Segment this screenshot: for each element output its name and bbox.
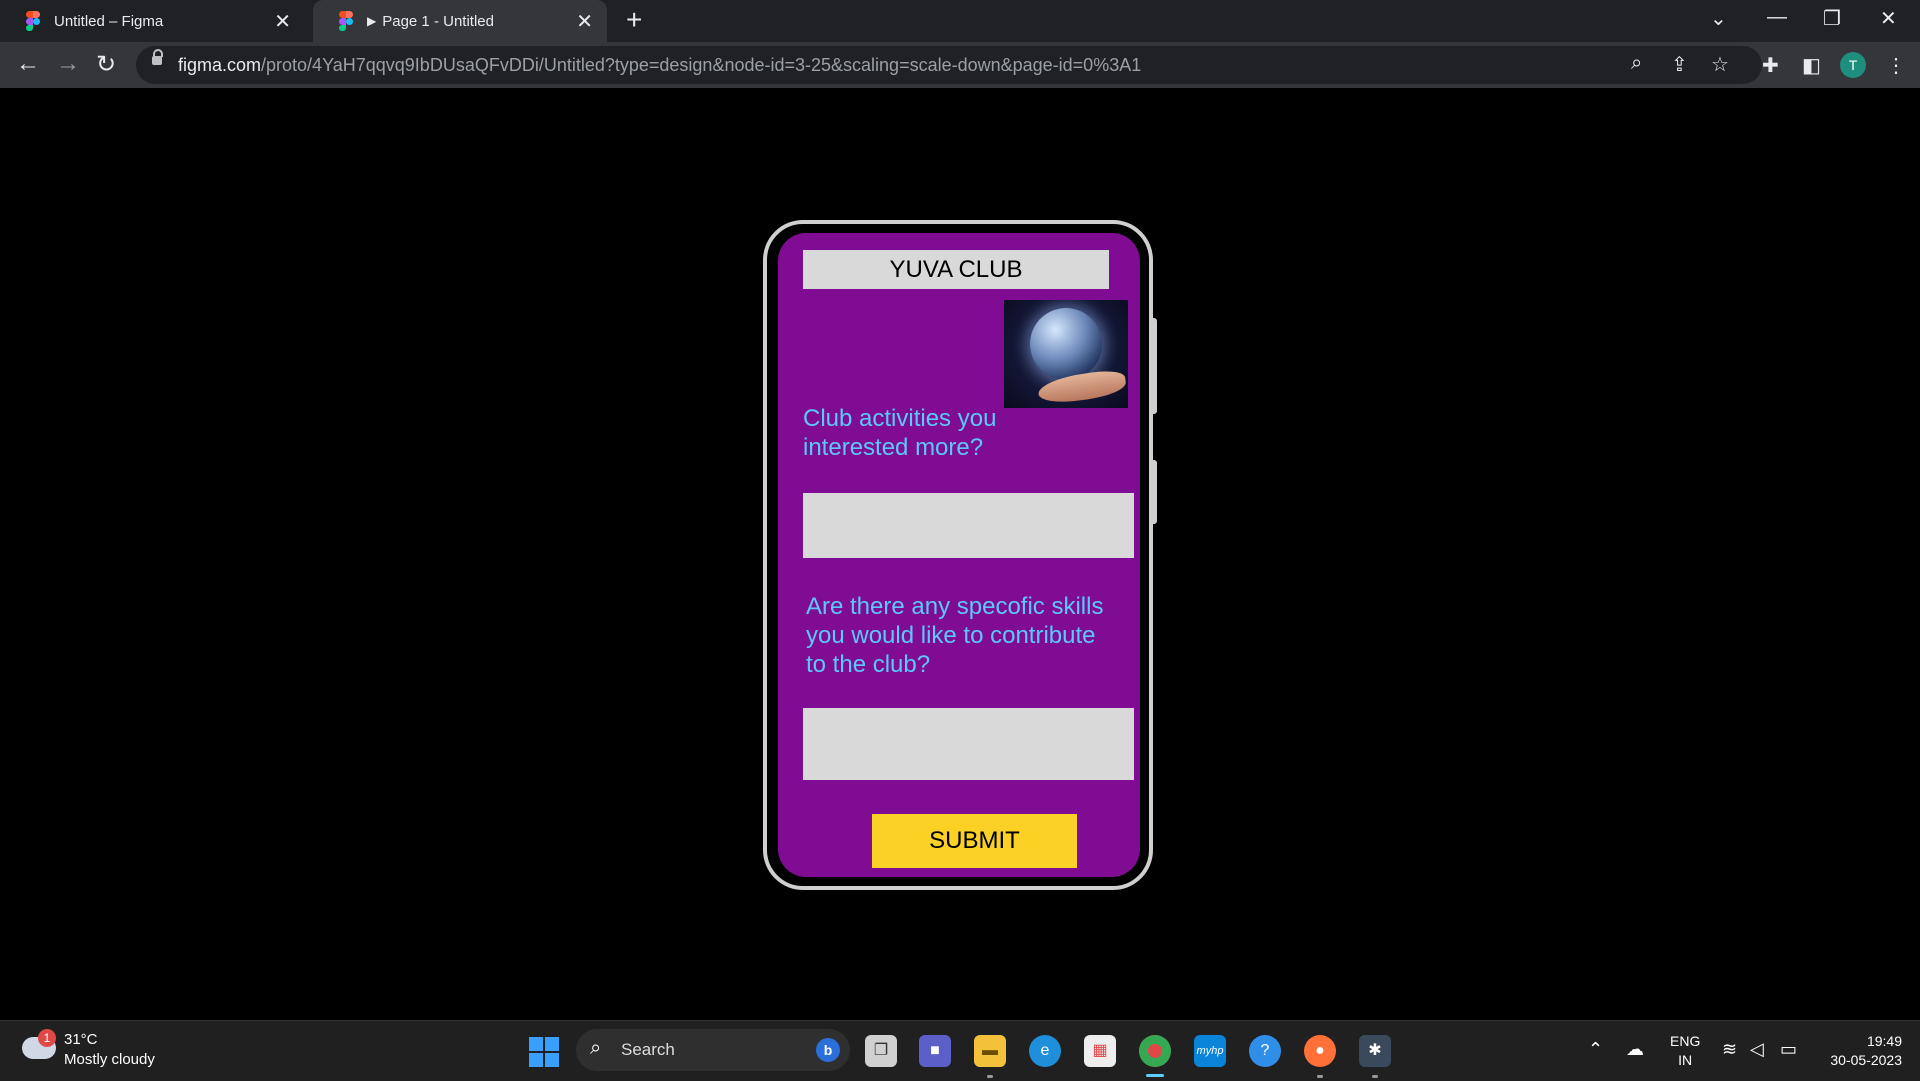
chrome-icon[interactable] [1139, 1035, 1171, 1067]
wifi-icon[interactable]: ≋ [1722, 1039, 1737, 1060]
forward-icon[interactable]: → [56, 50, 80, 78]
app-open-indicator [987, 1075, 993, 1078]
region-code: IN [1678, 1052, 1693, 1068]
battery-icon[interactable]: ▭ [1780, 1039, 1797, 1060]
browser-tab-strip: Untitled – Figma ✕ ▶ Page 1 - Untitled ✕… [0, 0, 1920, 42]
taskbar: 1 31°C Mostly cloudy ⌕ Search b ❐ ■ ▬ e … [0, 1020, 1920, 1081]
earth-in-hand-image [1004, 300, 1128, 408]
earth-globe [1030, 308, 1102, 380]
tab-label: Untitled – Figma [54, 12, 164, 30]
notification-badge: 1 [38, 1029, 56, 1047]
close-icon[interactable]: ✕ [576, 9, 593, 34]
tab-label: Page 1 - Untitled [382, 12, 494, 30]
teams-chat-icon[interactable]: ■ [919, 1035, 951, 1067]
tab-search-chevron-icon[interactable]: ⌄ [1710, 6, 1727, 31]
weather-condition: Mostly cloudy [64, 1051, 155, 1068]
play-icon: ▶ [367, 14, 377, 28]
language-code: ENG [1670, 1033, 1701, 1049]
bookmark-star-icon[interactable]: ☆ [1711, 52, 1729, 77]
address-bar[interactable]: figma.com/proto/4YaH7qqvq9IbDUsaQFvDDi/U… [136, 46, 1762, 84]
zoom-icon[interactable]: ⌕ [1631, 52, 1642, 75]
temperature: 31°C [64, 1031, 98, 1048]
club-title: YUVA CLUB [803, 250, 1109, 289]
new-tab-icon[interactable]: + [626, 4, 642, 36]
reload-icon[interactable]: ↻ [96, 50, 116, 79]
url-host: figma.com [178, 55, 262, 75]
back-icon[interactable]: ← [16, 50, 40, 78]
task-view-icon[interactable]: ❐ [865, 1035, 897, 1067]
search-label: Search [621, 1040, 675, 1059]
url-text[interactable]: figma.com/proto/4YaH7qqvq9IbDUsaQFvDDi/U… [178, 55, 1141, 76]
get-help-icon[interactable]: ? [1249, 1035, 1281, 1067]
firefox-icon[interactable]: ● [1304, 1035, 1336, 1067]
question-club-activities: Club activities you interested more? [803, 405, 997, 461]
minimize-icon[interactable]: — [1767, 6, 1787, 29]
extensions-icon[interactable]: ✚ [1762, 53, 1779, 78]
language-indicator[interactable]: ENG IN [1670, 1032, 1700, 1070]
window-close-icon[interactable]: ✕ [1880, 6, 1897, 31]
app-open-indicator [1372, 1075, 1378, 1078]
share-icon[interactable]: ⇪ [1671, 52, 1688, 77]
side-panel-icon[interactable]: ◧ [1802, 53, 1821, 78]
tab-page-1-untitled[interactable]: ▶ Page 1 - Untitled ✕ [313, 0, 607, 42]
figma-icon [26, 11, 40, 31]
close-icon[interactable]: ✕ [274, 9, 291, 34]
myhp-icon[interactable]: myhp [1194, 1035, 1226, 1067]
phone-side-button [1152, 318, 1157, 414]
volume-icon[interactable]: ◁ [1750, 1039, 1764, 1060]
show-hidden-icons-chevron-icon[interactable]: ⌃ [1588, 1039, 1603, 1060]
taskbar-search[interactable]: ⌕ Search b [576, 1029, 850, 1071]
question-specific-skills: Are there any specofic skills you would … [806, 593, 1104, 678]
clock-date: 30-05-2023 [1830, 1052, 1902, 1068]
submit-button[interactable]: SUBMIT [872, 814, 1077, 868]
system-clock[interactable]: 19:49 30-05-2023 [1830, 1032, 1902, 1070]
bing-icon[interactable]: b [816, 1038, 840, 1062]
search-icon: ⌕ [590, 1037, 602, 1059]
edge-icon[interactable]: e [1029, 1035, 1061, 1067]
start-button[interactable] [529, 1037, 559, 1067]
restore-icon[interactable]: ❐ [1823, 6, 1841, 31]
phone-side-button [1152, 460, 1157, 524]
microsoft-store-icon[interactable]: ▦ [1084, 1035, 1116, 1067]
app-icon[interactable]: ✱ [1359, 1035, 1391, 1067]
profile-avatar[interactable]: T [1840, 52, 1866, 78]
onedrive-cloud-icon[interactable]: ☁ [1626, 1039, 1644, 1060]
lock-icon [152, 49, 163, 65]
activities-answer-field[interactable] [803, 493, 1134, 558]
skills-answer-field[interactable] [803, 708, 1134, 780]
clock-time: 19:49 [1866, 1033, 1902, 1049]
app-open-indicator [1317, 1075, 1323, 1078]
url-path: /proto/4YaH7qqvq9IbDUsaQFvDDi/Untitled?t… [261, 55, 1142, 75]
tab-untitled-figma[interactable]: Untitled – Figma ✕ [0, 0, 305, 42]
prototype-screen: YUVA CLUB Club activities you interested… [778, 233, 1140, 877]
app-active-indicator [1146, 1074, 1164, 1077]
file-explorer-icon[interactable]: ▬ [974, 1035, 1006, 1067]
browser-toolbar: ← → ↻ figma.com/proto/4YaH7qqvq9IbDUsaQF… [0, 42, 1920, 88]
menu-kebab-icon[interactable]: ⋮ [1886, 53, 1906, 78]
figma-icon [339, 11, 353, 31]
